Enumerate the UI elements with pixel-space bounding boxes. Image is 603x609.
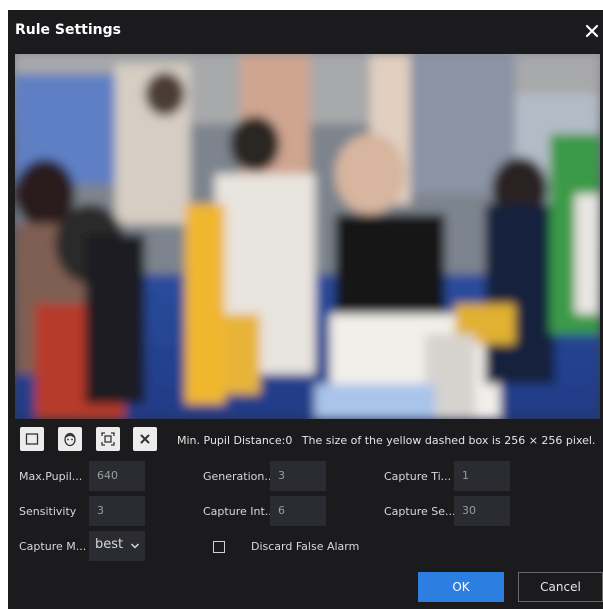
capture-int-input[interactable]: 6 <box>270 496 326 526</box>
capture-mode-label: Capture M... <box>19 540 87 553</box>
generation-label: Generation... <box>203 470 275 483</box>
capture-mode-select[interactable]: best <box>89 531 145 561</box>
cancel-button[interactable]: Cancel <box>518 572 603 602</box>
drawing-toolbar: Min. Pupil Distance:0 The size of the ye… <box>15 427 600 453</box>
sensitivity-label: Sensitivity <box>19 505 77 518</box>
discard-false-alarm-checkbox[interactable] <box>213 541 225 553</box>
dialog-titlebar: Rule Settings <box>8 10 603 54</box>
close-icon[interactable] <box>583 22 601 40</box>
max-pupil-input[interactable]: 640 <box>89 461 145 491</box>
video-preview[interactable] <box>15 54 600 419</box>
delete-icon[interactable] <box>133 427 157 451</box>
draw-rectangle-icon[interactable] <box>20 427 44 451</box>
capture-se-input[interactable]: 30 <box>454 496 510 526</box>
settings-row-3: Capture M... best Discard False Alarm <box>8 531 603 563</box>
capture-se-label: Capture Se... <box>384 505 456 518</box>
settings-row-1: Max.Pupil... 640 Generation... 3 Capture… <box>8 461 603 493</box>
face-icon[interactable] <box>58 427 82 451</box>
chevron-down-icon <box>130 543 140 549</box>
capture-ti-label: Capture Ti... <box>384 470 452 483</box>
fit-box-icon[interactable] <box>96 427 120 451</box>
sensitivity-input[interactable]: 3 <box>89 496 145 526</box>
settings-row-2: Sensitivity 3 Capture Int... 6 Capture S… <box>8 496 603 528</box>
capture-mode-value: best <box>95 537 124 552</box>
capture-int-label: Capture Int... <box>203 505 276 518</box>
toolbar-info: Min. Pupil Distance:0 The size of the ye… <box>177 434 595 447</box>
discard-false-alarm-label: Discard False Alarm <box>251 540 360 553</box>
min-pupil-distance: Min. Pupil Distance:0 <box>177 434 293 447</box>
ok-button[interactable]: OK <box>418 572 504 602</box>
capture-ti-input[interactable]: 1 <box>454 461 510 491</box>
generation-input[interactable]: 3 <box>270 461 326 491</box>
dialog-title: Rule Settings <box>15 22 121 38</box>
box-size-info: The size of the yellow dashed box is 256… <box>301 434 596 447</box>
max-pupil-label: Max.Pupil... <box>19 470 83 483</box>
rule-settings-dialog: Rule Settings Min. Pupil Distance:0 The … <box>8 10 603 609</box>
